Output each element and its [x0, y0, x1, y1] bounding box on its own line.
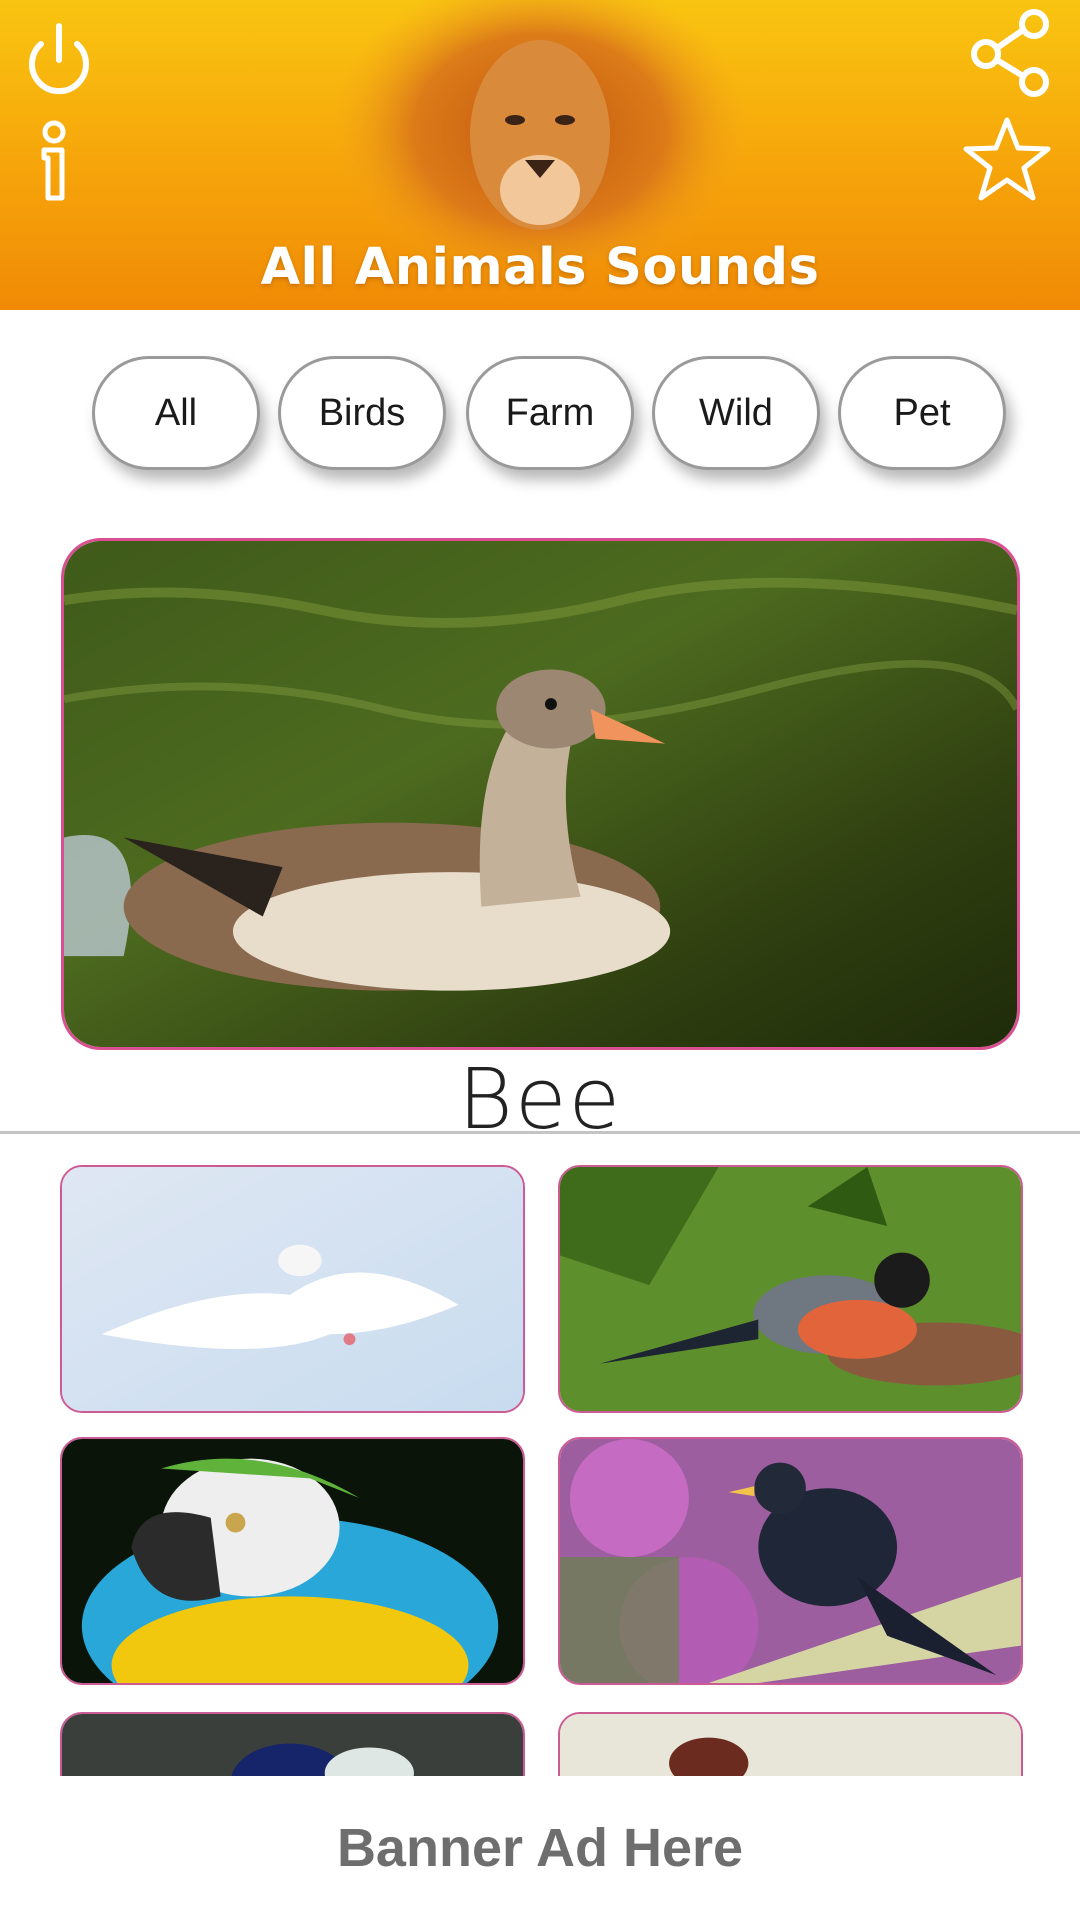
animal-tile[interactable] [558, 1712, 1023, 1776]
category-birds-button[interactable]: Birds [278, 356, 446, 470]
share-icon [971, 9, 1049, 97]
blackbird-photo [560, 1439, 1021, 1683]
macaw-photo [62, 1439, 523, 1683]
bird-photo [62, 1714, 523, 1776]
banner-ad-text: Banner Ad Here [336, 1818, 744, 1878]
bird-photo [560, 1714, 1021, 1776]
app-header: All Animals Sounds [0, 0, 1080, 310]
category-all-button[interactable]: All [92, 356, 260, 470]
rate-button[interactable] [962, 114, 1052, 204]
info-button[interactable] [14, 118, 104, 208]
power-icon [29, 23, 89, 95]
info-icon [41, 120, 66, 201]
app-title: All Animals Sounds [260, 238, 820, 297]
animal-tile[interactable] [558, 1165, 1023, 1413]
banner-ad[interactable]: Banner Ad Here [0, 1776, 1080, 1920]
power-button[interactable] [14, 14, 104, 104]
animal-tile[interactable] [60, 1712, 525, 1776]
animal-tile[interactable] [60, 1165, 525, 1413]
category-pet-button[interactable]: Pet [838, 356, 1006, 470]
share-button[interactable] [966, 8, 1056, 98]
goose-photo [64, 541, 1017, 1047]
category-wild-button[interactable]: Wild [652, 356, 820, 470]
lion-header-image [330, 0, 750, 260]
dove-photo [62, 1167, 523, 1411]
bullfinch-photo [560, 1167, 1021, 1411]
category-farm-button[interactable]: Farm [466, 356, 634, 470]
animal-tile[interactable] [60, 1437, 525, 1685]
featured-animal-image[interactable] [61, 538, 1020, 1050]
animal-tile[interactable] [558, 1437, 1023, 1685]
star-icon [963, 117, 1051, 201]
animal-grid [0, 1134, 1080, 1776]
